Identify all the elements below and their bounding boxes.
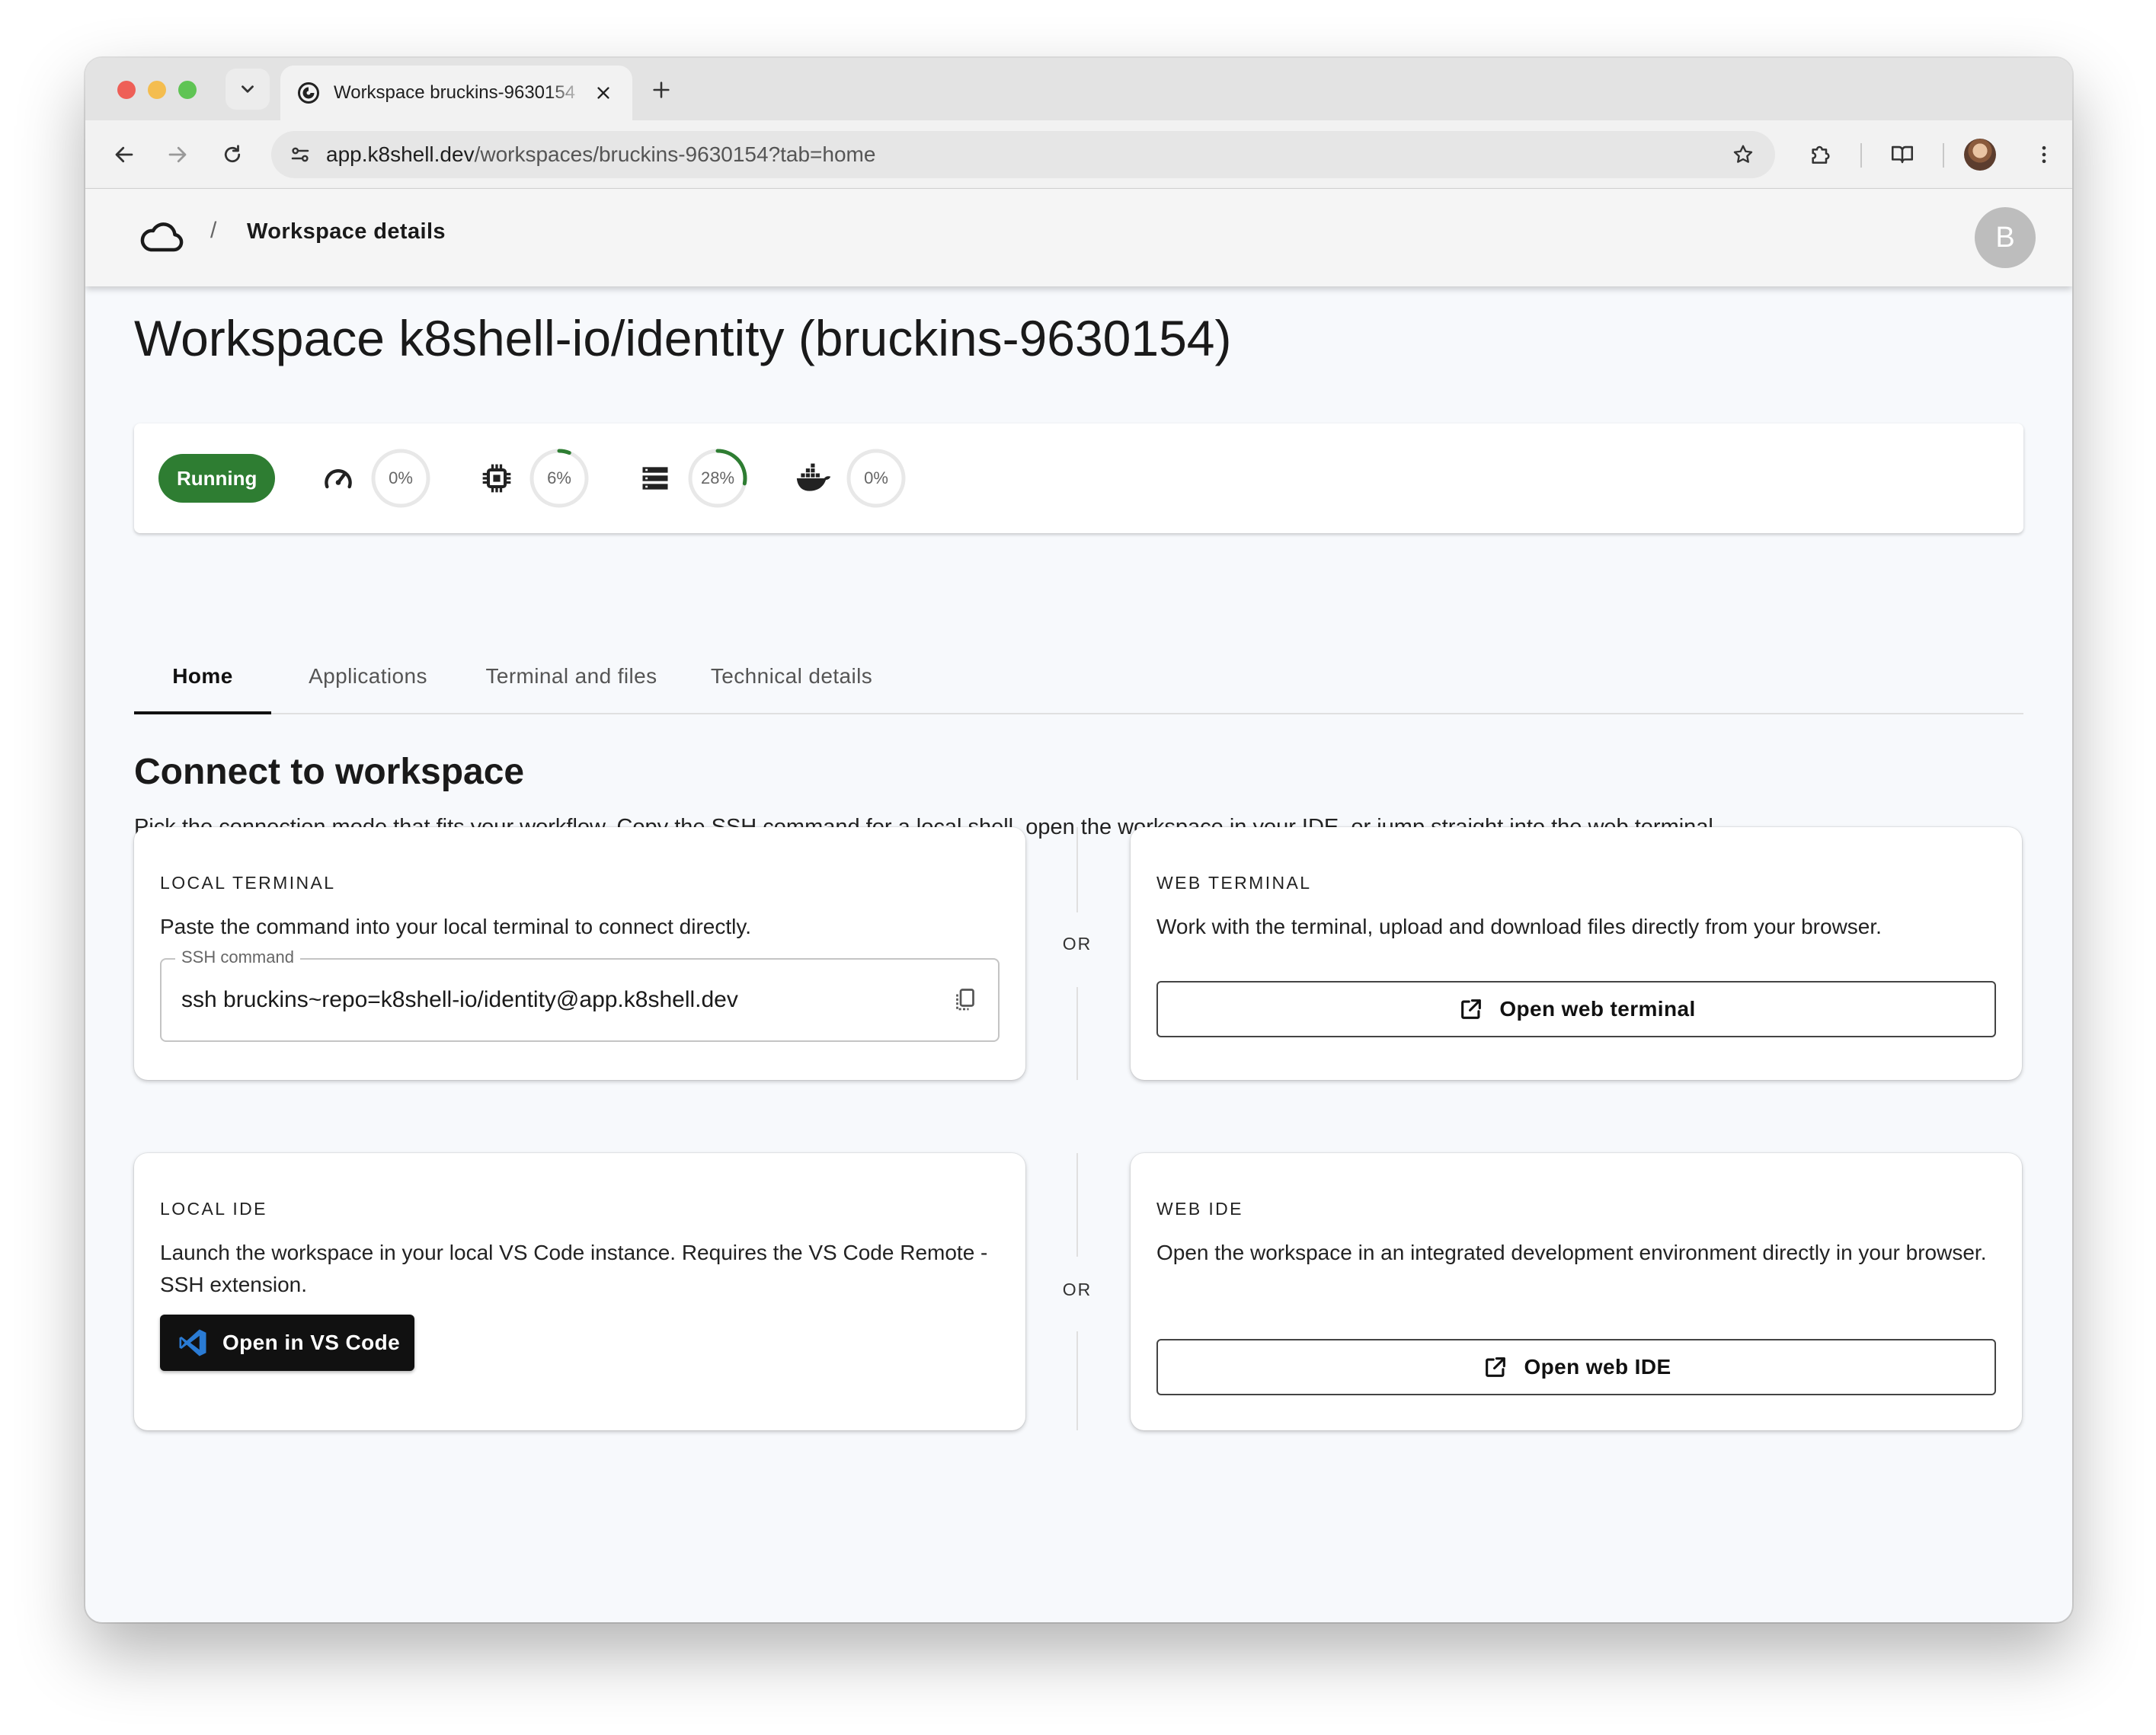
cloud-logo-icon[interactable]	[139, 219, 184, 256]
back-button[interactable]	[107, 137, 142, 172]
divider-line	[1076, 1153, 1078, 1257]
minimize-window-button[interactable]	[148, 81, 166, 99]
close-icon	[597, 87, 609, 99]
or-separator: OR	[1054, 827, 1100, 1080]
storage-icon	[637, 460, 673, 497]
ssh-command-value[interactable]: ssh bruckins~repo=k8shell-io/identity@ap…	[181, 960, 738, 1040]
or-separator: OR	[1054, 1153, 1100, 1430]
active-tab-indicator	[134, 711, 271, 714]
button-label: Open in VS Code	[222, 1331, 401, 1354]
tab-close-button[interactable]	[591, 81, 616, 105]
card-description: Open the workspace in an integrated deve…	[1156, 1241, 1987, 1264]
divider-line	[1076, 827, 1078, 912]
metric-cpu: 6%	[478, 446, 590, 510]
puzzle-piece-icon	[1812, 145, 1830, 164]
book-open-icon	[1891, 145, 1914, 164]
metric-value: 0%	[864, 468, 888, 487]
tab-applications[interactable]: Applications	[283, 647, 453, 714]
button-label: Open web IDE	[1524, 1355, 1671, 1379]
card-overline: LOCAL IDE	[160, 1199, 267, 1219]
or-label: OR	[1062, 1280, 1092, 1299]
site-info-icon[interactable]	[283, 138, 317, 171]
metric-value: 28%	[700, 468, 735, 487]
card-description: Paste the command into your local termin…	[160, 915, 752, 938]
button-label: Open web terminal	[1499, 997, 1696, 1021]
arrow-right-icon	[168, 146, 187, 163]
browser-window: Workspace bruckins-9630154 app.k8shell.d…	[85, 58, 2072, 1622]
open-in-vscode-button[interactable]: Open in VS Code	[160, 1315, 414, 1371]
ssh-command-field[interactable]: SSH command ssh bruckins~repo=k8shell-io…	[160, 947, 1000, 1042]
section-title: Connect to workspace	[134, 752, 525, 792]
breadcrumb-separator: /	[210, 218, 217, 243]
open-in-new-icon	[1481, 1353, 1510, 1382]
metric-value: 0%	[389, 468, 413, 487]
user-avatar[interactable]: B	[1975, 207, 2036, 268]
docker-icon	[795, 460, 832, 497]
browser-profile-avatar[interactable]	[1964, 139, 1996, 171]
or-label: OR	[1062, 934, 1092, 954]
vscode-icon	[179, 1329, 206, 1356]
local-terminal-card: LOCAL TERMINAL Paste the command into yo…	[134, 827, 1025, 1080]
open-web-ide-button[interactable]: Open web IDE	[1156, 1339, 1996, 1395]
site-favicon-icon	[298, 82, 319, 104]
card-overline: WEB IDE	[1156, 1199, 1243, 1219]
workspace-tabs: Home Applications Terminal and files Tec…	[134, 647, 2023, 714]
reload-icon	[224, 145, 241, 163]
card-description: Launch the workspace in your local VS Co…	[160, 1241, 988, 1296]
divider-line	[1076, 987, 1078, 1080]
address-bar[interactable]: app.k8shell.dev/workspaces/bruckins-9630…	[271, 131, 1775, 178]
local-ide-card: LOCAL IDE Launch the workspace in your l…	[134, 1153, 1025, 1430]
arrow-left-icon	[115, 146, 133, 163]
progress-ring: 0%	[370, 448, 431, 509]
open-web-terminal-button[interactable]: Open web terminal	[1156, 981, 1996, 1037]
browser-menu-button[interactable]	[2026, 137, 2062, 172]
metric-load: 0%	[320, 446, 431, 510]
copy-button[interactable]	[948, 983, 983, 1018]
web-ide-card: WEB IDE Open the workspace in an integra…	[1131, 1153, 2022, 1430]
speedometer-icon	[320, 460, 357, 497]
url-text: app.k8shell.dev/workspaces/bruckins-9630…	[326, 142, 876, 166]
open-in-new-icon	[1457, 995, 1486, 1024]
progress-ring: 0%	[846, 448, 907, 509]
toolbar-divider	[1943, 143, 1944, 168]
new-tab-button[interactable]	[646, 75, 677, 105]
breadcrumb-current: Workspace details	[247, 219, 446, 244]
cpu-chip-icon	[478, 460, 515, 497]
tab-strip: Workspace bruckins-9630154	[85, 58, 2072, 120]
progress-ring: 6%	[529, 448, 590, 509]
browser-toolbar: app.k8shell.dev/workspaces/bruckins-9630…	[85, 120, 2072, 189]
card-overline: LOCAL TERMINAL	[160, 873, 336, 893]
tab-terminal-and-files[interactable]: Terminal and files	[463, 647, 680, 714]
metric-storage: 28%	[637, 446, 748, 510]
reading-mode-button[interactable]	[1885, 137, 1920, 172]
web-terminal-card: WEB TERMINAL Work with the terminal, upl…	[1131, 827, 2022, 1080]
tab-technical-details[interactable]: Technical details	[690, 647, 893, 714]
progress-ring: 28%	[687, 448, 748, 509]
browser-tab[interactable]: Workspace bruckins-9630154	[280, 66, 632, 120]
maximize-window-button[interactable]	[178, 81, 197, 99]
close-window-button[interactable]	[117, 81, 136, 99]
extensions-button[interactable]	[1803, 137, 1838, 172]
workspace-status-card: Running 0% 6% 28% 0%	[134, 423, 2023, 533]
app-header: / Workspace details B	[85, 189, 2072, 286]
tab-title: Workspace bruckins-9630154	[334, 82, 576, 103]
more-vertical-icon	[2042, 145, 2046, 164]
status-badge: Running	[158, 454, 276, 503]
forward-button[interactable]	[160, 137, 195, 172]
toolbar-divider	[1860, 143, 1862, 168]
tab-home[interactable]: Home	[134, 647, 271, 714]
metric-value: 6%	[547, 468, 571, 487]
metric-docker: 0%	[795, 446, 907, 510]
page-title: Workspace k8shell-io/identity (bruckins-…	[134, 310, 1232, 366]
copy-icon	[956, 989, 974, 1011]
chevron-down-icon	[242, 85, 254, 93]
bookmark-star-icon[interactable]	[1728, 139, 1758, 170]
divider-line	[1076, 1331, 1078, 1430]
card-overline: WEB TERMINAL	[1156, 873, 1312, 893]
card-description: Work with the terminal, upload and downl…	[1156, 915, 1882, 938]
plus-icon	[653, 81, 670, 98]
reload-button[interactable]	[215, 137, 250, 172]
tab-search-button[interactable]	[226, 69, 270, 110]
